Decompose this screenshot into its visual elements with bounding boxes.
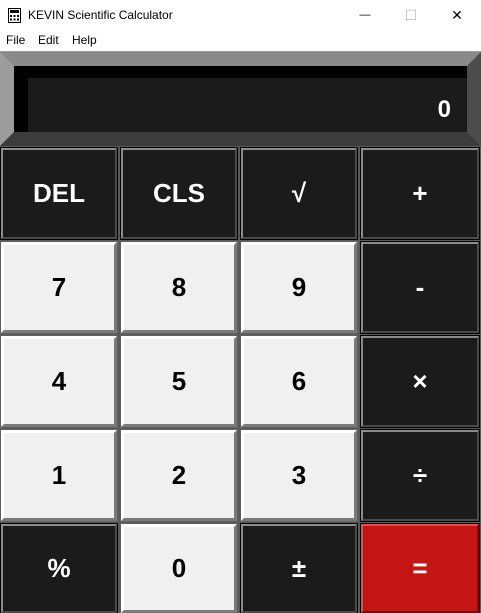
digit-4-button[interactable]: 4 (0, 335, 118, 428)
menu-file[interactable]: File (6, 33, 25, 47)
negate-button[interactable]: ± (240, 523, 358, 613)
keypad: DEL CLS √ +7 8 9- 4 5 6 × 1 2 3 ÷% 0 ± = (0, 146, 481, 613)
subtract-button[interactable]: - (360, 241, 480, 334)
menu-edit[interactable]: Edit (38, 33, 59, 47)
divide-button[interactable]: ÷ (360, 429, 480, 522)
digit-9-button[interactable]: 9 (240, 241, 358, 334)
window-title: KEVIN Scientific Calculator (28, 8, 173, 22)
digit-3-button[interactable]: 3 (240, 429, 358, 522)
minimize-icon: — (359, 9, 371, 21)
close-button[interactable]: ✕ (434, 0, 480, 30)
display-bevel-bottom (0, 132, 481, 146)
equals-button[interactable]: = (360, 523, 480, 613)
digit-1-button[interactable]: 1 (0, 429, 118, 522)
digit-5-button[interactable]: 5 (120, 335, 238, 428)
display-bevel-right (467, 52, 481, 146)
delete-button[interactable]: DEL (0, 147, 118, 240)
digit-8-button[interactable]: 8 (120, 241, 238, 334)
display-frame: 0 (0, 52, 481, 146)
title-bar[interactable]: KEVIN Scientific Calculator — ☐ ✕ (0, 0, 481, 30)
clear-button[interactable]: CLS (120, 147, 238, 240)
maximize-button[interactable]: ☐ (388, 0, 434, 30)
digit-0-button[interactable]: 0 (120, 523, 238, 613)
result-display: 0 (14, 66, 467, 132)
display-bevel-left (0, 52, 14, 146)
maximize-icon: ☐ (404, 6, 418, 23)
menu-help[interactable]: Help (72, 33, 97, 47)
digit-2-button[interactable]: 2 (120, 429, 238, 522)
minimize-button[interactable]: — (342, 0, 388, 30)
calculator-icon (8, 8, 21, 23)
multiply-button[interactable]: × (360, 335, 480, 428)
sqrt-button[interactable]: √ (240, 147, 358, 240)
percent-button[interactable]: % (0, 523, 118, 613)
close-icon: ✕ (451, 6, 463, 23)
menu-bar: File Edit Help (0, 30, 481, 52)
display-value: 0 (437, 96, 451, 123)
display-bevel-top (0, 52, 481, 66)
digit-6-button[interactable]: 6 (240, 335, 358, 428)
add-button[interactable]: + (360, 147, 480, 240)
digit-7-button[interactable]: 7 (0, 241, 118, 334)
